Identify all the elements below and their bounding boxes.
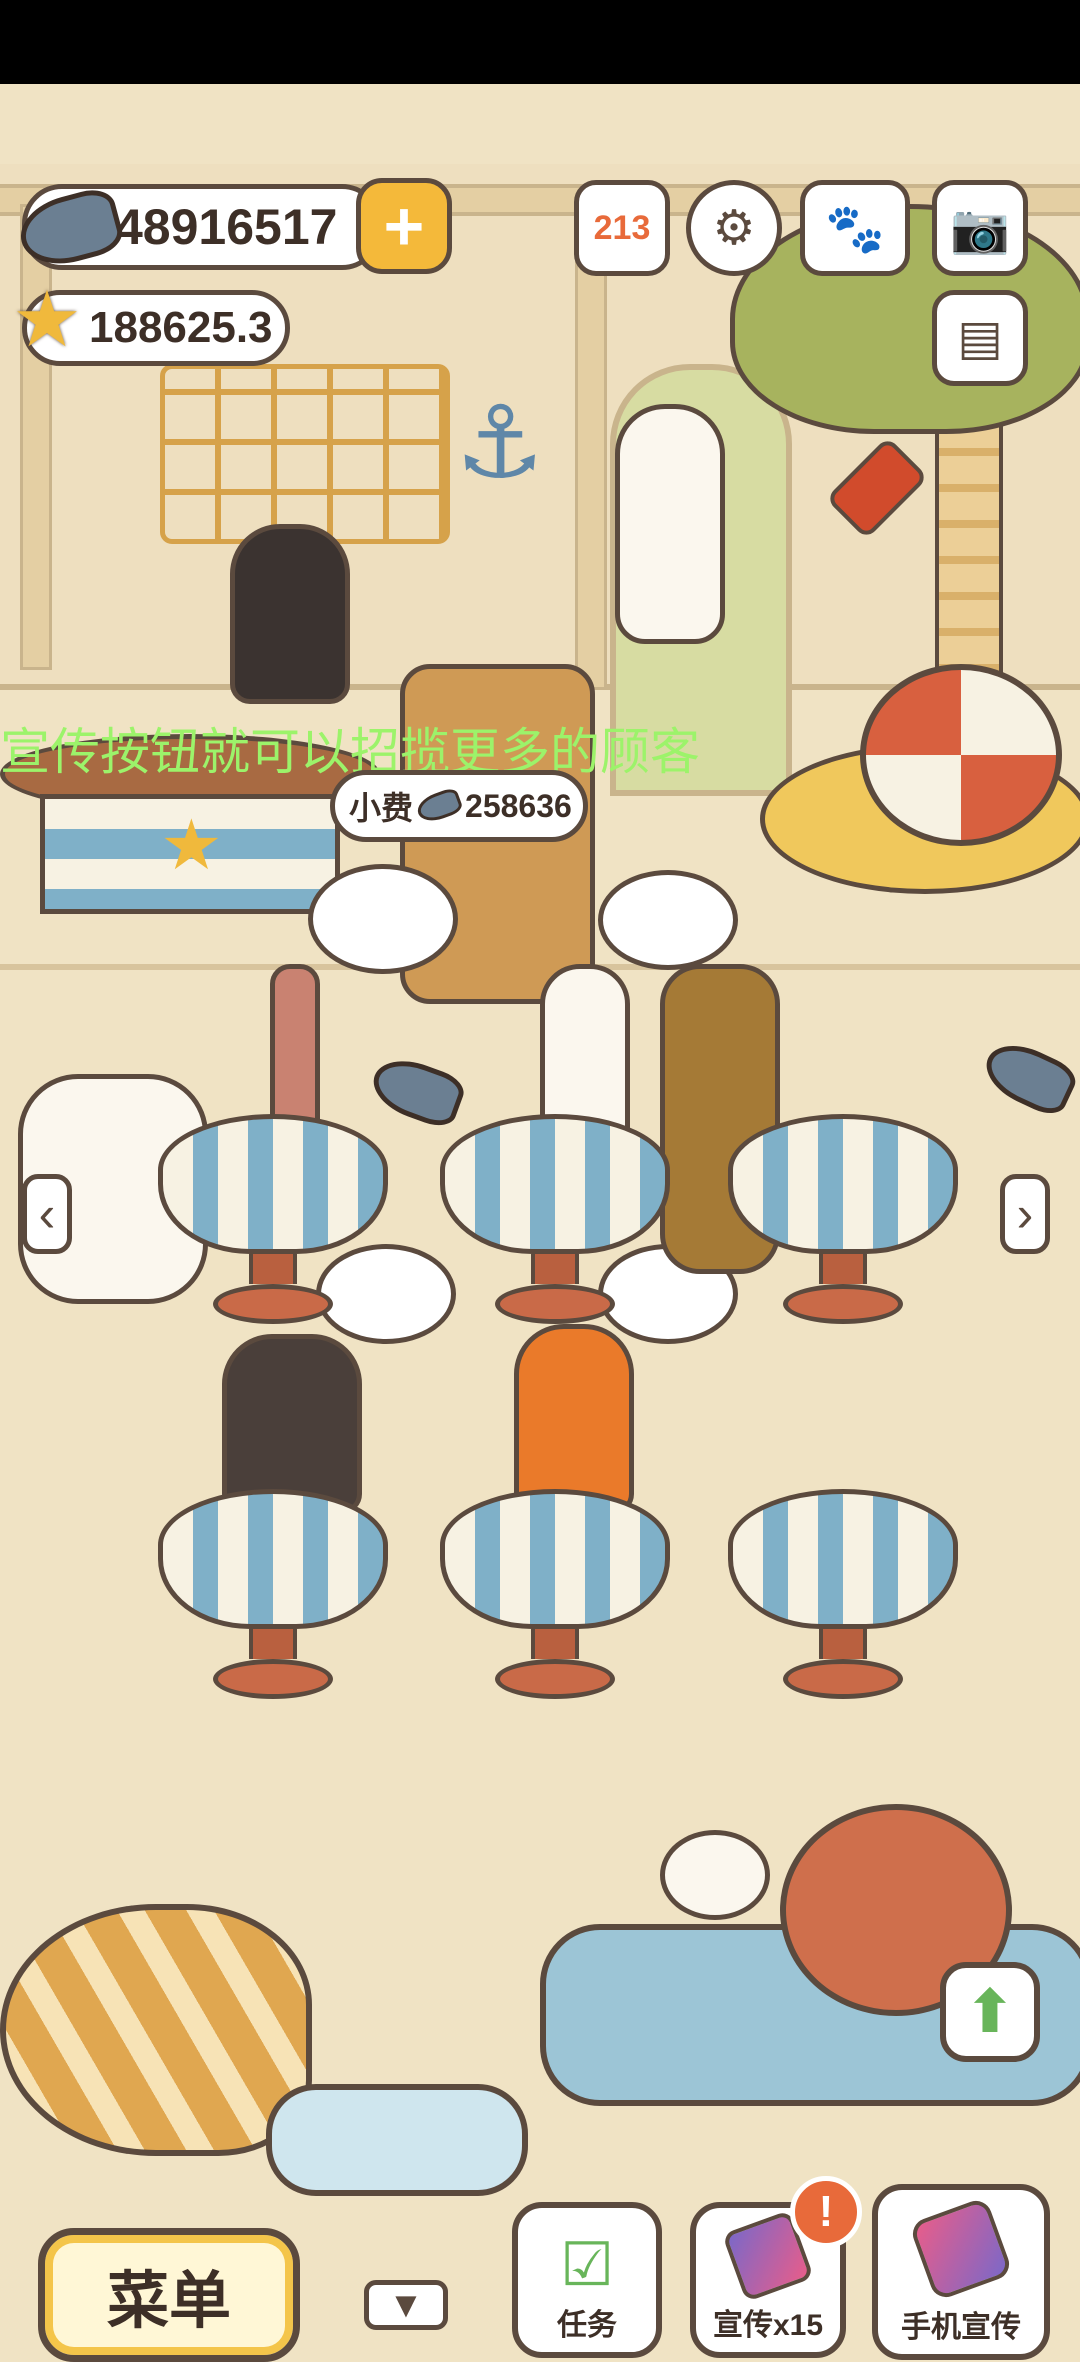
- phone-promo-label: 手机宣传: [901, 2311, 1021, 2344]
- fish-currency-value: 48916517: [115, 199, 338, 255]
- table-row2-col3[interactable]: [728, 1489, 958, 1699]
- fox-customer: [514, 1324, 634, 1514]
- checklist-icon: ☑: [560, 2231, 614, 2298]
- scroll-right-arrow[interactable]: ›: [1000, 1174, 1050, 1254]
- tip-amount: 258636: [465, 787, 572, 824]
- camera-icon[interactable]: 📷: [932, 180, 1028, 276]
- menu-button[interactable]: 菜单: [38, 2228, 300, 2362]
- life-ring: [860, 664, 1062, 846]
- settings-icon[interactable]: ⚙: [686, 180, 782, 276]
- tip-bubble[interactable]: 小费 258636: [330, 770, 588, 842]
- floating-fish-icon-right[interactable]: [976, 1033, 1080, 1121]
- promo-label: 宣传x15: [712, 2309, 824, 2342]
- menu-label: 菜单: [106, 2267, 231, 2336]
- star-icon: ★: [12, 275, 82, 363]
- plus-icon: +: [383, 187, 425, 265]
- promo-alert-badge: !: [790, 2176, 862, 2248]
- table-row1-col3[interactable]: [728, 1114, 958, 1324]
- seashell-decoration: [0, 1904, 312, 2156]
- wall-post-mid: [575, 204, 607, 690]
- status-bar: [0, 0, 1080, 84]
- restaurant-scene: ⚓ ★ 48916517 + 188625.3 ★ 213 ⚙ 🐾 📷 ▤ 宣传…: [0, 84, 1080, 2362]
- ranking-icon[interactable]: 213: [574, 180, 670, 276]
- task-label: 任务: [557, 2309, 617, 2342]
- cat-waiter: [230, 524, 350, 704]
- ranking-digits: 213: [593, 208, 651, 247]
- tip-fish-icon: [413, 786, 465, 826]
- scroll-left-arrow[interactable]: ‹: [22, 1174, 72, 1254]
- order-bubble-skewers: [308, 864, 458, 974]
- add-fish-button[interactable]: +: [356, 178, 452, 274]
- newspaper-icon[interactable]: ▤: [932, 290, 1028, 386]
- wall-post-left: [20, 204, 52, 670]
- order-bubble-toast: [598, 870, 738, 970]
- badger-customer: [615, 404, 725, 644]
- upgrade-arrow-button[interactable]: ⬆: [940, 1962, 1040, 2062]
- teapot-decoration: [660, 1830, 770, 1920]
- rug-decoration: [266, 2084, 528, 2196]
- table-row1-col1[interactable]: [158, 1114, 388, 1324]
- task-button[interactable]: ☑ 任务: [512, 2202, 662, 2358]
- fishing-net-decoration: [160, 364, 450, 544]
- phone-promo-icon: [908, 2196, 1014, 2302]
- collapse-chevron-icon[interactable]: ▼: [364, 2280, 448, 2330]
- table-row2-col2[interactable]: [440, 1489, 670, 1699]
- tip-label: 小费: [349, 790, 414, 826]
- album-icon[interactable]: 🐾: [800, 180, 910, 276]
- table-row2-col1[interactable]: [158, 1489, 388, 1699]
- star-currency-value: 188625.3: [89, 303, 273, 352]
- phone-promo-button[interactable]: 手机宣传: [872, 2184, 1050, 2360]
- anchor-icon: ⚓: [455, 387, 545, 499]
- table-row1-col2[interactable]: [440, 1114, 670, 1324]
- shiba-customer: [222, 1334, 362, 1514]
